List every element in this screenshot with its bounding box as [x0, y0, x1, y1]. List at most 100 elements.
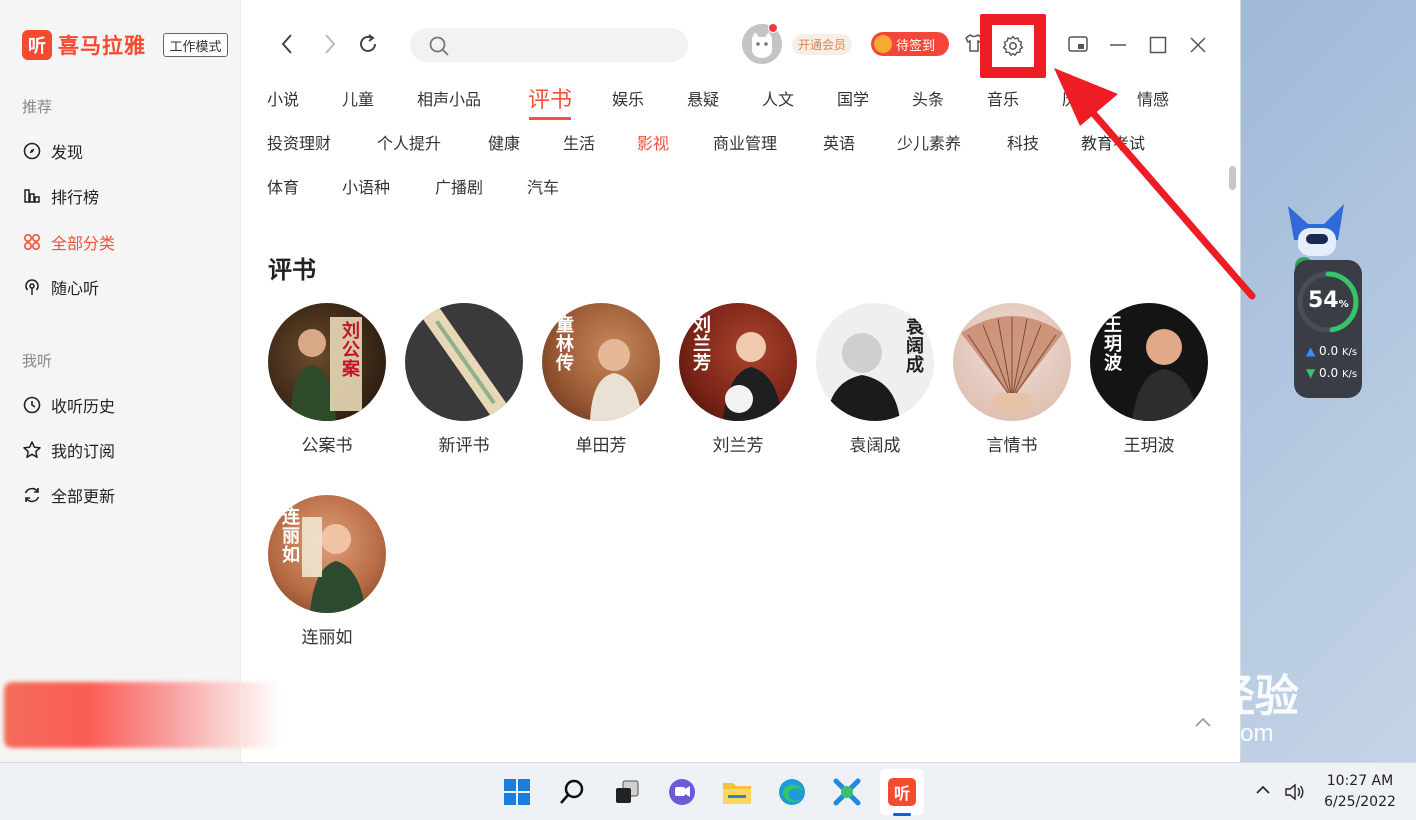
sidebar-item-subscriptions[interactable]: 我的订阅	[22, 438, 115, 462]
category-tab[interactable]: 人文	[762, 86, 794, 110]
person-name: 刘兰芳	[712, 436, 764, 456]
person-name: 王玥波	[1123, 436, 1175, 456]
maximize-button[interactable]	[1147, 34, 1169, 56]
category-tab[interactable]: 体育	[267, 174, 299, 198]
sidebar-item-label: 全部更新	[51, 487, 116, 506]
vip-button[interactable]: 开通会员	[792, 34, 853, 55]
portrait-image: 刘兰芳	[679, 303, 797, 421]
category-tab[interactable]: 小语种	[342, 174, 390, 198]
sidebar-item-all-categories[interactable]: 全部分类	[22, 230, 115, 254]
category-tab[interactable]: 汽车	[527, 174, 559, 198]
person-card[interactable]: 连丽如 连丽如	[268, 495, 386, 648]
portrait-label: 袁阔成	[903, 317, 924, 374]
system-monitor-widget[interactable]: 54% ▲ 0.0 K/s ▼ 0.0 K/s	[1286, 200, 1364, 400]
category-tab[interactable]: 个人提升	[377, 130, 441, 154]
person-name: 袁阔成	[849, 436, 901, 456]
edge-browser-icon	[779, 779, 805, 805]
volume-button[interactable]	[1284, 783, 1306, 805]
folder-icon	[723, 783, 751, 804]
task-view-button[interactable]	[612, 777, 642, 807]
baidu-watermark: Baidu 经验 jingyan.baidu.com	[1080, 665, 1299, 747]
tray-overflow-button[interactable]	[1254, 783, 1272, 801]
sidebar-item-ranking[interactable]: 排行榜	[22, 184, 99, 208]
grid-icon	[22, 232, 42, 252]
ximalaya-taskbar-button[interactable]: 听	[887, 777, 917, 807]
category-tab[interactable]: 国学	[837, 86, 869, 110]
teams-button[interactable]	[667, 777, 697, 807]
person-card[interactable]: 新评书	[405, 303, 523, 456]
person-card[interactable]: 刘兰芳 刘兰芳	[679, 303, 797, 456]
person-card[interactable]: 童林传 单田芳	[542, 303, 660, 456]
category-tab[interactable]: 投资理财	[267, 130, 331, 154]
minimize-button[interactable]	[1107, 34, 1129, 56]
star-icon	[22, 440, 42, 460]
sign-in-button[interactable]: 待签到	[871, 32, 949, 56]
sidebar-item-discover[interactable]: 发现	[22, 139, 83, 163]
category-tab[interactable]: 商业管理	[713, 130, 777, 154]
person-name: 单田芳	[575, 436, 627, 456]
category-tab[interactable]: 头条	[912, 86, 944, 110]
file-explorer-button[interactable]	[722, 777, 752, 807]
compass-icon	[22, 141, 42, 161]
radio-icon	[22, 277, 42, 297]
snipping-icon	[833, 778, 861, 806]
category-tab[interactable]: 悬疑	[687, 86, 719, 110]
category-tab[interactable]: 少儿素养	[897, 130, 961, 154]
back-button[interactable]	[275, 30, 299, 58]
ximalaya-icon: 听	[888, 778, 916, 806]
windows-icon	[504, 779, 530, 805]
edge-button[interactable]	[777, 777, 807, 807]
category-tab[interactable]: 广播剧	[435, 174, 483, 198]
category-tab[interactable]: 娱乐	[612, 86, 644, 110]
forward-button[interactable]	[318, 30, 342, 58]
sidebar-item-random-listen[interactable]: 随心听	[22, 275, 99, 299]
xbox-button[interactable]	[832, 777, 862, 807]
portrait-image: 连丽如	[268, 495, 386, 613]
portrait-image: 童林传	[542, 303, 660, 421]
mini-player-icon	[1068, 36, 1088, 52]
close-button[interactable]	[1187, 34, 1209, 56]
work-mode-button[interactable]: 工作模式	[163, 33, 228, 57]
category-tab[interactable]: 小说	[267, 86, 299, 110]
maximize-icon	[1149, 36, 1167, 54]
annotation-arrow-icon	[1054, 68, 1256, 300]
person-card[interactable]: 王玥波 王玥波	[1090, 303, 1208, 456]
search-box[interactable]	[410, 28, 688, 62]
close-icon	[1190, 37, 1206, 53]
portrait-image: 王玥波	[1090, 303, 1208, 421]
portrait-image: 刘公案	[268, 303, 386, 421]
category-tab[interactable]: 科技	[1007, 130, 1039, 154]
person-name: 言情书	[986, 436, 1038, 456]
search-input[interactable]	[458, 28, 678, 62]
category-tab[interactable]: 音乐	[987, 86, 1019, 110]
refresh-button[interactable]	[356, 30, 380, 58]
start-button[interactable]	[502, 777, 532, 807]
person-card[interactable]: 刘公案 公案书	[268, 303, 386, 456]
portrait-label: 王玥波	[1101, 315, 1122, 372]
search-taskbar-button[interactable]	[557, 777, 587, 807]
portrait-image	[953, 303, 1071, 421]
settings-button[interactable]	[992, 25, 1034, 67]
sidebar-item-all-updates[interactable]: 全部更新	[22, 483, 115, 507]
mini-mode-button[interactable]	[1067, 34, 1089, 56]
category-tab[interactable]: 英语	[823, 130, 855, 154]
task-view-icon	[616, 780, 639, 803]
category-tab[interactable]: 健康	[488, 130, 520, 154]
portrait-label: 刘公案	[339, 321, 360, 378]
sidebar-item-history[interactable]: 收听历史	[22, 393, 115, 417]
person-card[interactable]: 言情书	[953, 303, 1071, 456]
taskbar: 听 10:27 AM 6/25/2022	[0, 762, 1416, 820]
category-tab[interactable]: 儿童	[342, 86, 374, 110]
app-logo[interactable]: 听 喜马拉雅	[22, 30, 146, 60]
portrait-label: 连丽如	[279, 507, 300, 564]
category-tab[interactable]: 生活	[563, 130, 595, 154]
chart-icon	[22, 186, 42, 206]
portrait-label: 刘兰芳	[690, 315, 711, 372]
category-tab[interactable]: 相声小品	[417, 86, 481, 110]
chat-icon	[669, 779, 695, 805]
section-label-mine: 我听	[22, 352, 53, 370]
category-tab-active[interactable]: 评书	[528, 82, 572, 114]
person-card[interactable]: 袁阔成 袁阔成	[816, 303, 934, 456]
clock[interactable]: 10:27 AM 6/25/2022	[1320, 771, 1400, 813]
category-tab-highlight[interactable]: 影视	[637, 130, 669, 154]
